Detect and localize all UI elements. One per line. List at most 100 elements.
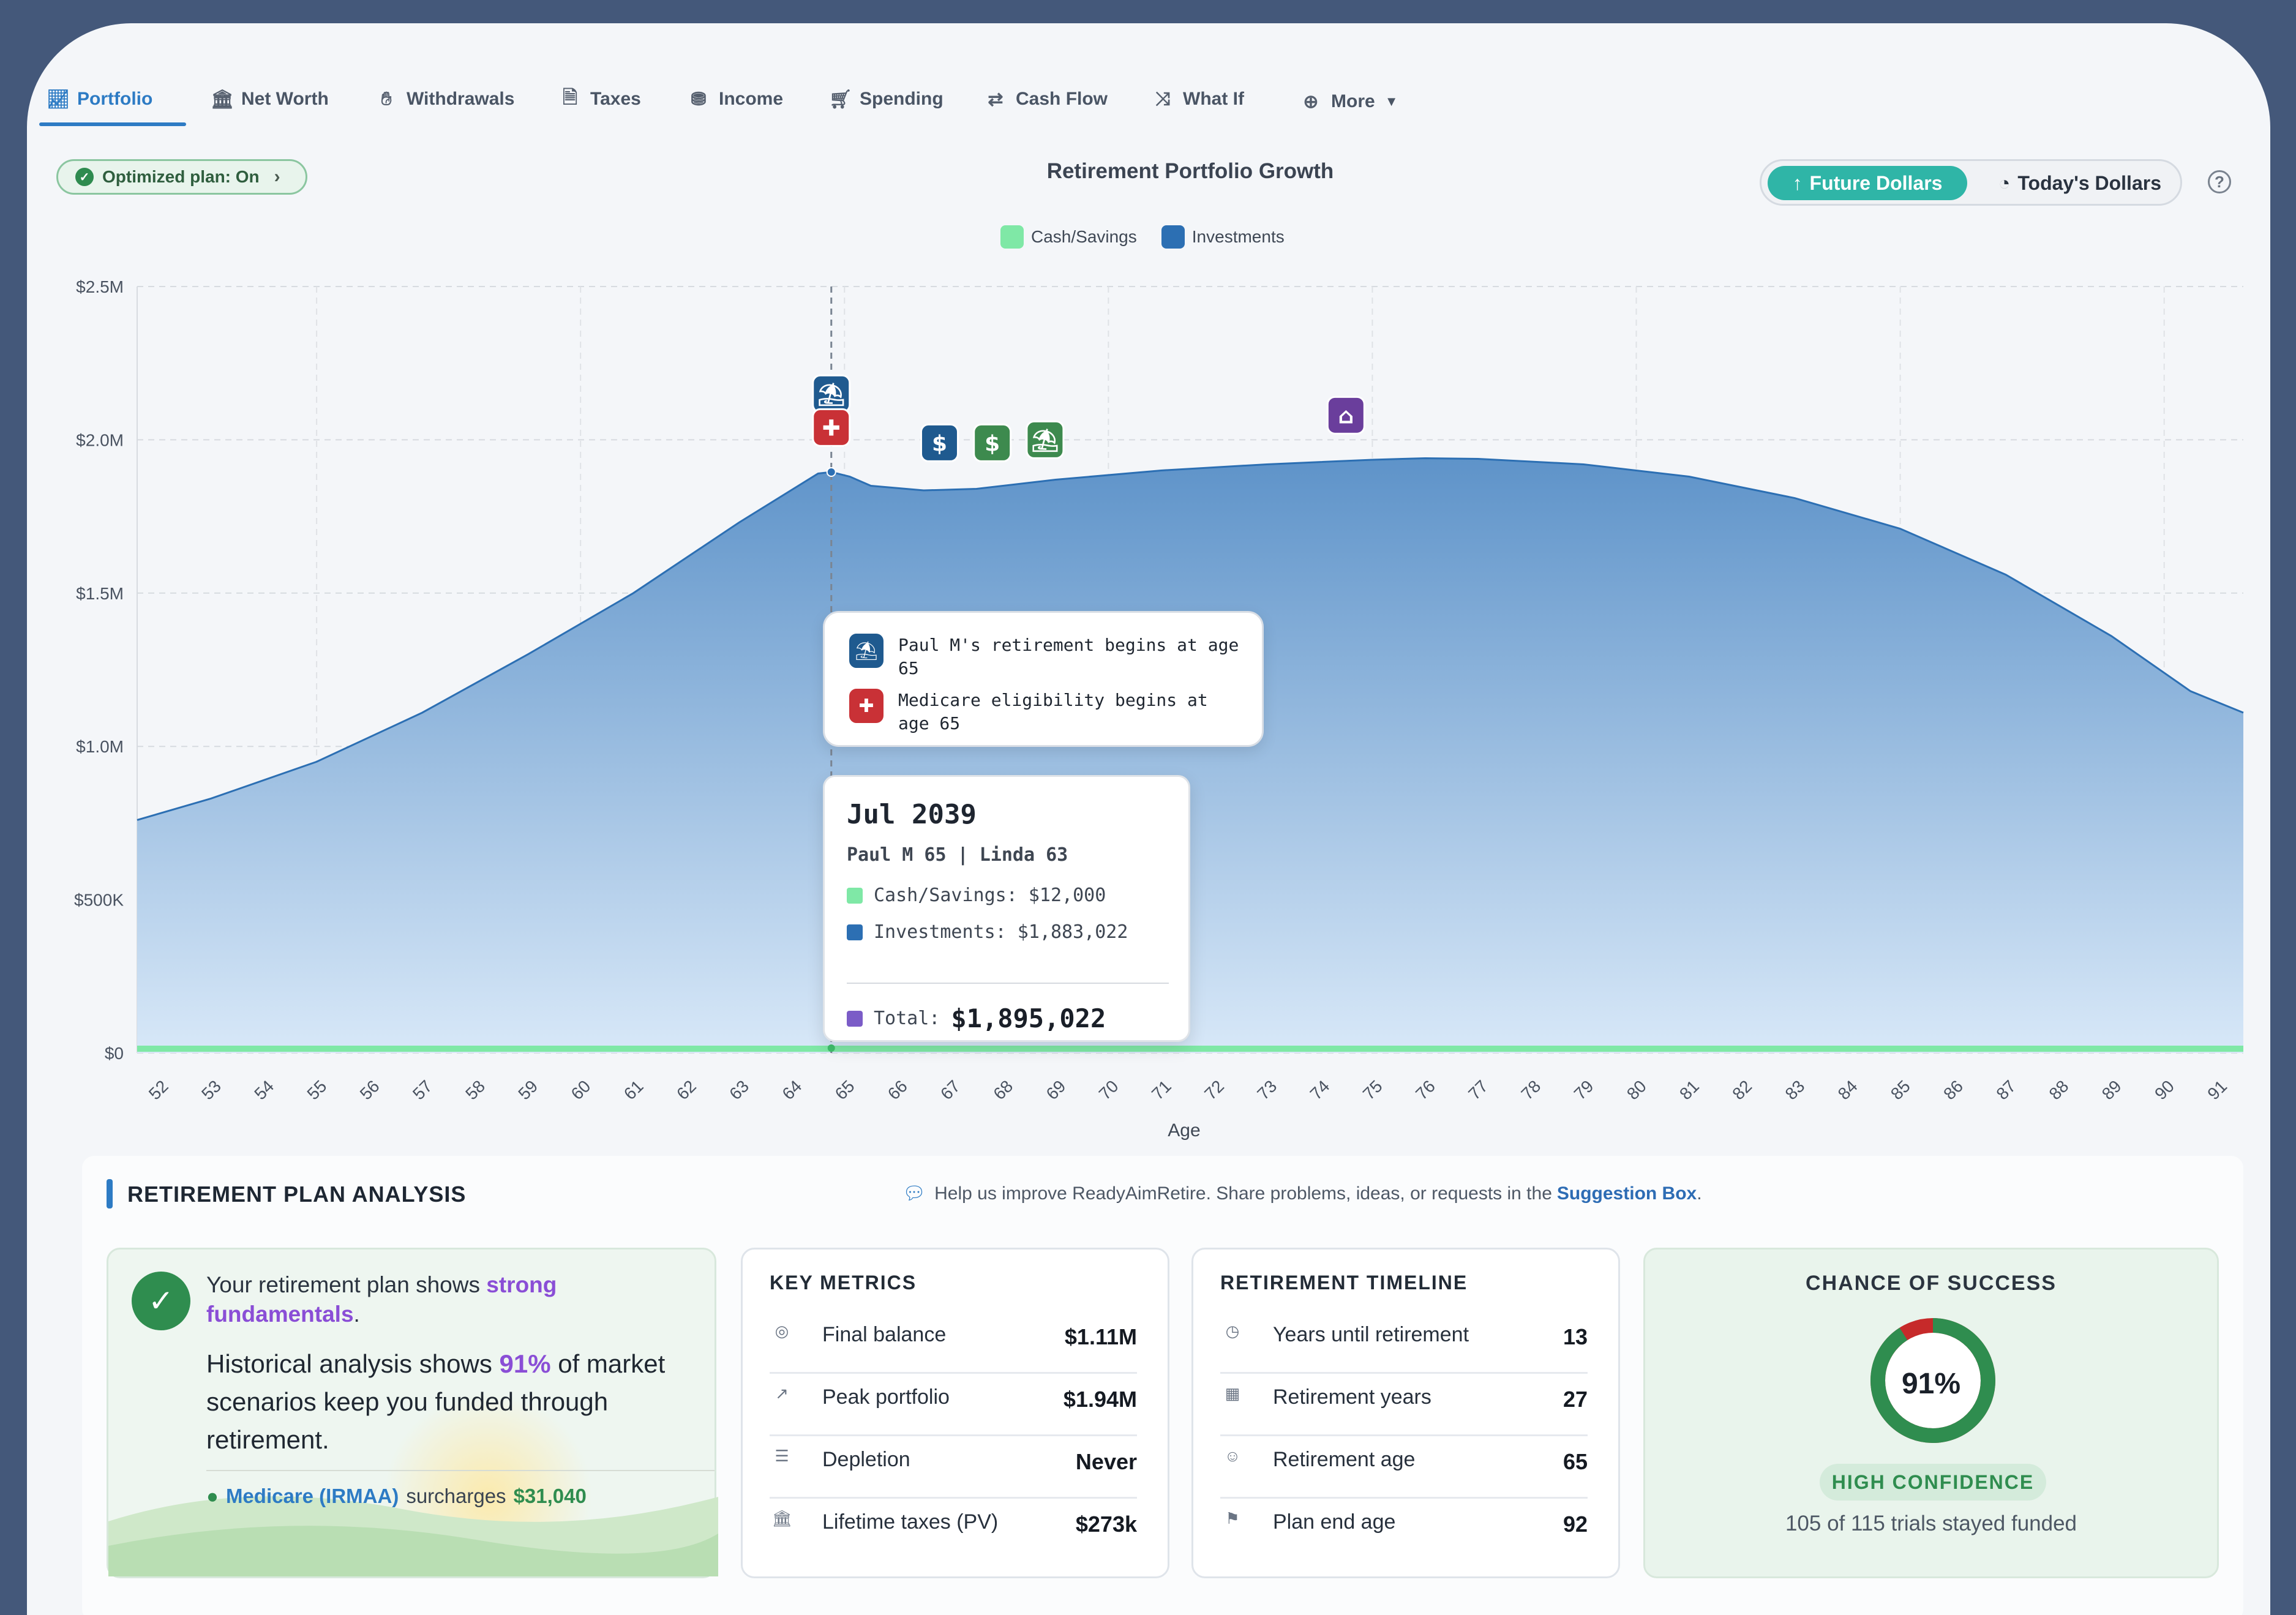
metric-depletion: ☰ Depletion Never xyxy=(770,1436,1137,1499)
tab-label: Taxes xyxy=(590,89,641,109)
feedback-text: Help us improve ReadyAimRetire. Share pr… xyxy=(934,1183,1552,1204)
x-tick-label: 76 xyxy=(1412,1076,1439,1103)
metric-final-balance: ◎ Final balance $1.11M xyxy=(770,1311,1137,1374)
optimized-plan-toggle[interactable]: ✓ Optimized plan: On › xyxy=(56,159,307,195)
x-tick-label: 77 xyxy=(1465,1076,1491,1103)
tab-cash-flow[interactable]: ⇄ Cash Flow xyxy=(985,75,1108,124)
success-percent: 91% xyxy=(1901,1368,1961,1400)
metric-value: $273k xyxy=(1075,1512,1137,1537)
tooltip-date: Jul 2039 xyxy=(847,799,977,830)
plus-circle-icon: ⊕ xyxy=(1303,91,1319,112)
active-tab-indicator xyxy=(39,122,186,126)
tab-more[interactable]: ⊕ More ▼ xyxy=(1300,77,1398,126)
x-tick-label: 89 xyxy=(2098,1076,2125,1103)
y-tick-label: $2.5M xyxy=(76,277,124,296)
dollars-toggle: ↑ Future Dollars ◔ Today's Dollars xyxy=(1760,159,2182,206)
x-axis-title: Age xyxy=(1168,1120,1200,1141)
caret-down-icon: ▼ xyxy=(1384,94,1398,109)
person-icon: ☺ xyxy=(1224,1447,1241,1465)
check-circle-icon: ✓ xyxy=(132,1272,190,1330)
check-circle-icon: ✓ xyxy=(75,168,94,186)
tooltip-total-label: Total: xyxy=(874,1008,940,1029)
hover-point xyxy=(826,467,836,477)
x-tick-label: 68 xyxy=(989,1076,1016,1103)
x-tick-label: 61 xyxy=(620,1076,647,1103)
todays-dollars-button[interactable]: ◔ Today's Dollars xyxy=(1982,166,2178,200)
trend-up-icon: ↗ xyxy=(775,1384,789,1403)
x-tick-label: 88 xyxy=(2046,1076,2073,1103)
cash-swatch xyxy=(847,887,863,904)
feedback-period: . xyxy=(1697,1183,1702,1204)
clock-icon: ◷ xyxy=(1225,1322,1240,1340)
x-tick-label: 53 xyxy=(198,1076,225,1103)
medical-kit-icon: ✚ xyxy=(849,689,884,723)
success-title: CHANCE OF SUCCESS xyxy=(1806,1272,2057,1295)
data-tooltip: Jul 2039 Paul M 65 | Linda 63 Cash/Savin… xyxy=(823,775,1190,1042)
shuffle-icon: ⤨ xyxy=(1155,89,1170,109)
x-tick-label: 63 xyxy=(726,1076,752,1103)
arrow-up-icon: ↑ xyxy=(1792,171,1803,194)
irmaa-link[interactable]: Medicare (IRMAA) xyxy=(226,1485,399,1508)
suggestion-box-link[interactable]: Suggestion Box xyxy=(1557,1183,1697,1204)
tooltip-cash: Cash/Savings: $12,000 xyxy=(874,885,1106,906)
tab-what-if[interactable]: ⤨ What If xyxy=(1152,75,1244,124)
dollar-icon-glyph: $ xyxy=(932,431,947,456)
tab-spending[interactable]: 🛒︎ Spending xyxy=(829,75,944,124)
tab-portfolio[interactable]: 📈︎ Portfolio xyxy=(47,75,152,124)
x-tick-label: 57 xyxy=(409,1076,436,1103)
irmaa-text: surcharges xyxy=(406,1485,506,1507)
y-tick-label: $500K xyxy=(74,891,124,910)
metric-label: Depletion xyxy=(822,1448,910,1471)
irmaa-amount: $31,040 xyxy=(513,1485,587,1507)
metric-value: $1.94M xyxy=(1063,1387,1137,1412)
timeline-retirement-years: ▦ Retirement years 27 xyxy=(1220,1373,1588,1436)
x-tick-label: 75 xyxy=(1359,1076,1386,1103)
app-frame: 📈︎ Portfolio 🏛︎ Net Worth ✋︎ Withdrawals… xyxy=(27,23,2270,1615)
key-metrics-title: KEY METRICS xyxy=(770,1272,917,1294)
dollar-icon-glyph: $ xyxy=(985,431,1000,456)
timeline-years-until: ◷ Years until retirement 13 xyxy=(1220,1311,1588,1374)
historical-pre: Historical analysis shows xyxy=(206,1349,492,1378)
help-icon[interactable]: ? xyxy=(2208,170,2231,193)
irmaa-row: ● Medicare (IRMAA) surcharges $31,040 xyxy=(206,1485,587,1508)
trials-text: 105 of 115 trials stayed funded xyxy=(1785,1512,2077,1535)
calendar-icon: ▦ xyxy=(1225,1384,1240,1403)
metric-peak-portfolio: ↗ Peak portfolio $1.94M xyxy=(770,1373,1137,1436)
metric-value: Never xyxy=(1075,1449,1137,1474)
money-bag-icon: ◎ xyxy=(775,1322,789,1340)
event-row: ⛱︎ Paul M's retirement begins at age 65 xyxy=(849,634,1241,680)
bank-icon: 🏛︎ xyxy=(211,89,234,110)
future-dollars-label: Future Dollars xyxy=(1809,171,1943,194)
future-dollars-button[interactable]: ↑ Future Dollars xyxy=(1768,166,1967,200)
timeline-label: Retirement years xyxy=(1273,1385,1431,1409)
flag-icon: ⚑ xyxy=(1225,1509,1240,1527)
beach-umbrella-icon-glyph: ⛱︎ xyxy=(1031,428,1059,453)
x-tick-label: 84 xyxy=(1834,1076,1861,1103)
tab-withdrawals[interactable]: ✋︎ Withdrawals xyxy=(376,75,514,124)
cart-icon: 🛒︎ xyxy=(829,89,853,110)
tooltip-total-value: $1,895,022 xyxy=(951,1003,1106,1033)
analysis-title: RETIREMENT PLAN ANALYSIS xyxy=(127,1182,467,1207)
hover-point-cash xyxy=(827,1044,835,1052)
tab-income[interactable]: ⛃︎ Income xyxy=(688,75,783,124)
top-nav: 📈︎ Portfolio 🏛︎ Net Worth ✋︎ Withdrawals… xyxy=(39,23,2256,127)
x-tick-label: 79 xyxy=(1570,1076,1597,1103)
cash-savings-area xyxy=(137,1045,2243,1052)
x-tick-label: 59 xyxy=(514,1076,541,1103)
key-metrics-card: KEY METRICS ◎ Final balance $1.11M ↗ Pea… xyxy=(741,1248,1169,1578)
chart-title: Retirement Portfolio Growth xyxy=(1046,159,1334,183)
y-tick-label: $1.0M xyxy=(76,737,124,756)
x-tick-label: 80 xyxy=(1623,1076,1650,1103)
metric-lifetime-taxes: 🏛︎ Lifetime taxes (PV) $273k xyxy=(770,1498,1137,1559)
lightbulb-icon: ● xyxy=(206,1485,219,1507)
historical-text: Historical analysis shows 91% of market … xyxy=(206,1345,672,1459)
tab-taxes[interactable]: 🗎︎ Taxes xyxy=(560,75,641,124)
summary-post: . xyxy=(353,1302,360,1327)
x-tick-label: 69 xyxy=(1043,1076,1070,1103)
divider xyxy=(206,1470,715,1471)
timeline-value: 27 xyxy=(1563,1387,1588,1412)
metric-label: Lifetime taxes (PV) xyxy=(822,1510,999,1534)
timeline-title: RETIREMENT TIMELINE xyxy=(1220,1272,1468,1294)
investments-area xyxy=(137,458,2243,1053)
tab-net-worth[interactable]: 🏛︎ Net Worth xyxy=(211,75,329,124)
